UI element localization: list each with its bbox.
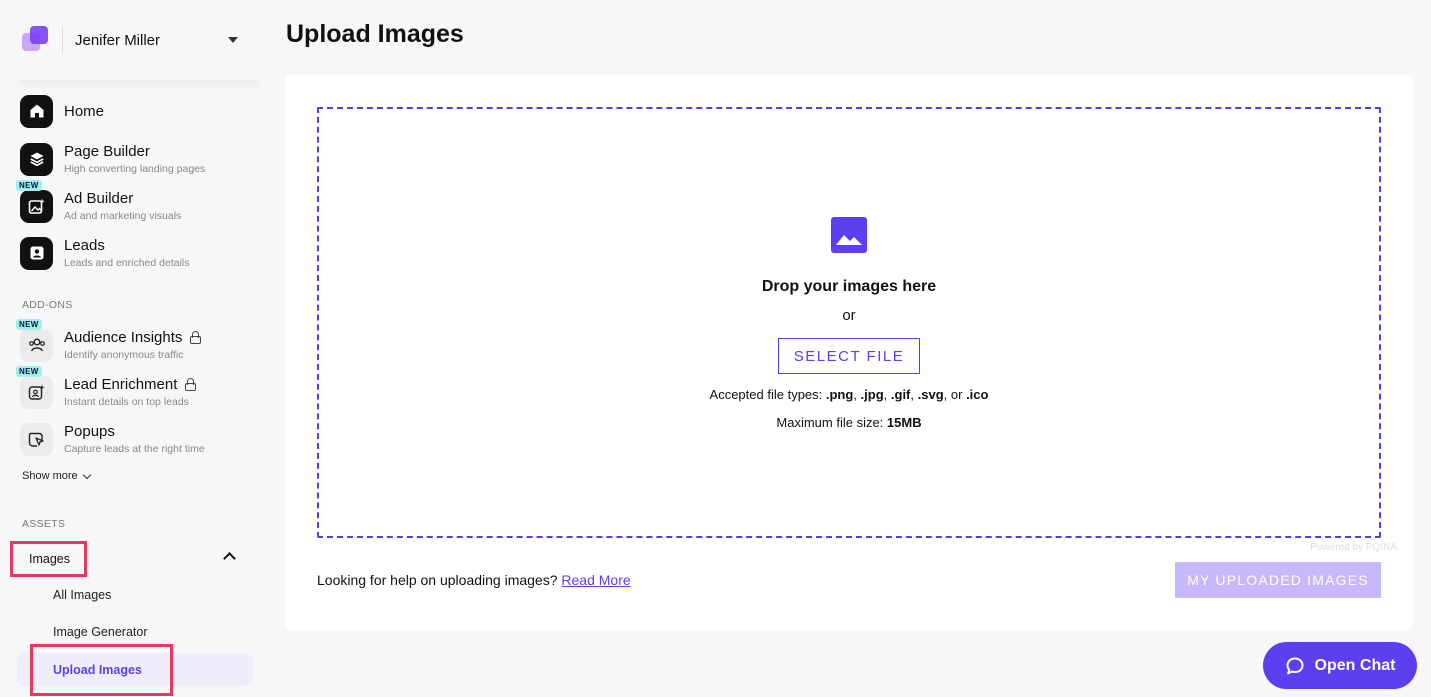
account-divider [62,27,63,53]
home-icon [20,94,53,128]
chat-bubble-icon [1286,657,1304,674]
sidebar-item-page-builder[interactable]: Page Builder High converting landing pag… [20,139,250,179]
popup-icon [20,422,53,456]
app-logo-icon [22,26,50,54]
sidebar-item-label: Page Builder [64,143,150,160]
select-file-button[interactable]: SELECT FILE [777,338,921,374]
sidebar-subitem-label: Upload Images [53,663,142,677]
chevron-down-icon [82,470,91,479]
sidebar-item-lead-enrichment[interactable]: NEW Lead Enrichment Instant details on t… [16,365,250,412]
sidebar-item-home[interactable]: Home [20,91,250,131]
show-more-label: Show more [22,470,78,482]
account-switcher[interactable]: Jenifer Miller [22,24,246,56]
powered-by-text: Powered by PQINA [1310,542,1397,553]
sidebar-item-popups[interactable]: Popups Capture leads at the right time [20,419,250,459]
drop-or: or [842,307,856,324]
section-title-assets: ASSETS [22,518,66,530]
max-file-size: Maximum file size: 15MB [776,415,922,430]
sidebar-item-sub: Leads and enriched details [64,257,190,269]
sidebar-item-sub: Capture leads at the right time [64,443,205,455]
sidebar-item-label: Lead Enrichment [64,376,178,393]
sidebar-item-label: Leads [64,237,105,254]
sidebar-item-sub: Instant details on top leads [64,396,189,408]
drop-title: Drop your images here [761,278,937,295]
users-icon: NEW [16,318,53,362]
sidebar-item-leads[interactable]: Leads Leads and enriched details [20,233,250,273]
new-badge: NEW [16,318,42,330]
sidebar-item-label: Ad Builder [64,190,134,207]
sidebar-item-ad-builder[interactable]: NEW Ad Builder Ad and marketing visuals [16,179,250,226]
sidebar-item-label: Popups [64,423,115,440]
read-more-link[interactable]: Read More [561,572,630,588]
image-dropzone[interactable]: Drop your images here or SELECT FILE Acc… [317,107,1381,538]
sidebar-subitem-image-generator[interactable]: Image Generator [53,625,148,639]
help-text: Looking for help on uploading images? Re… [317,572,631,588]
open-chat-button[interactable]: Open Chat [1263,642,1417,689]
upload-card: Drop your images here or SELECT FILE Acc… [285,75,1413,630]
new-badge: NEW [16,365,42,377]
images-group-label: Images [10,541,87,577]
page-title: Upload Images [286,20,464,48]
section-title-addons: ADD-ONS [22,299,73,311]
open-chat-label: Open Chat [1314,656,1396,674]
sidebar-subitem-all-images[interactable]: All Images [53,588,111,602]
sidebar-subitem-upload-images[interactable]: Upload Images [30,644,173,696]
chevron-up-icon[interactable] [223,552,236,565]
show-more-link[interactable]: Show more [22,470,91,482]
accepted-file-types: Accepted file types: .png, .jpg, .gif, .… [709,387,989,402]
layers-icon [20,142,53,176]
sidebar-shadow [16,80,260,90]
sidebar-item-sub: High converting landing pages [64,163,206,175]
sidebar-group-images[interactable]: Images [10,540,250,578]
account-name: Jenifer Miller [75,31,161,49]
lock-icon [185,378,197,391]
contact-icon [20,236,53,270]
enrich-icon: NEW [16,365,53,409]
sidebar-item-sub: Identify anonymous traffic [64,349,184,361]
sidebar: Jenifer Miller Home Page Builder High co… [0,0,262,697]
sidebar-item-audience-insights[interactable]: NEW Audience Insights Identify anonymous… [16,318,250,365]
lock-icon [190,331,202,344]
sidebar-item-label: Audience Insights [64,329,183,346]
caret-down-icon[interactable] [228,37,238,43]
image-icon [831,217,867,253]
image-sparkle-icon: NEW [16,179,53,223]
sidebar-item-label: Home [64,102,105,120]
my-uploaded-images-button[interactable]: MY UPLOADED IMAGES [1175,562,1381,598]
sidebar-item-sub: Ad and marketing visuals [64,210,182,222]
new-badge: NEW [16,179,42,191]
